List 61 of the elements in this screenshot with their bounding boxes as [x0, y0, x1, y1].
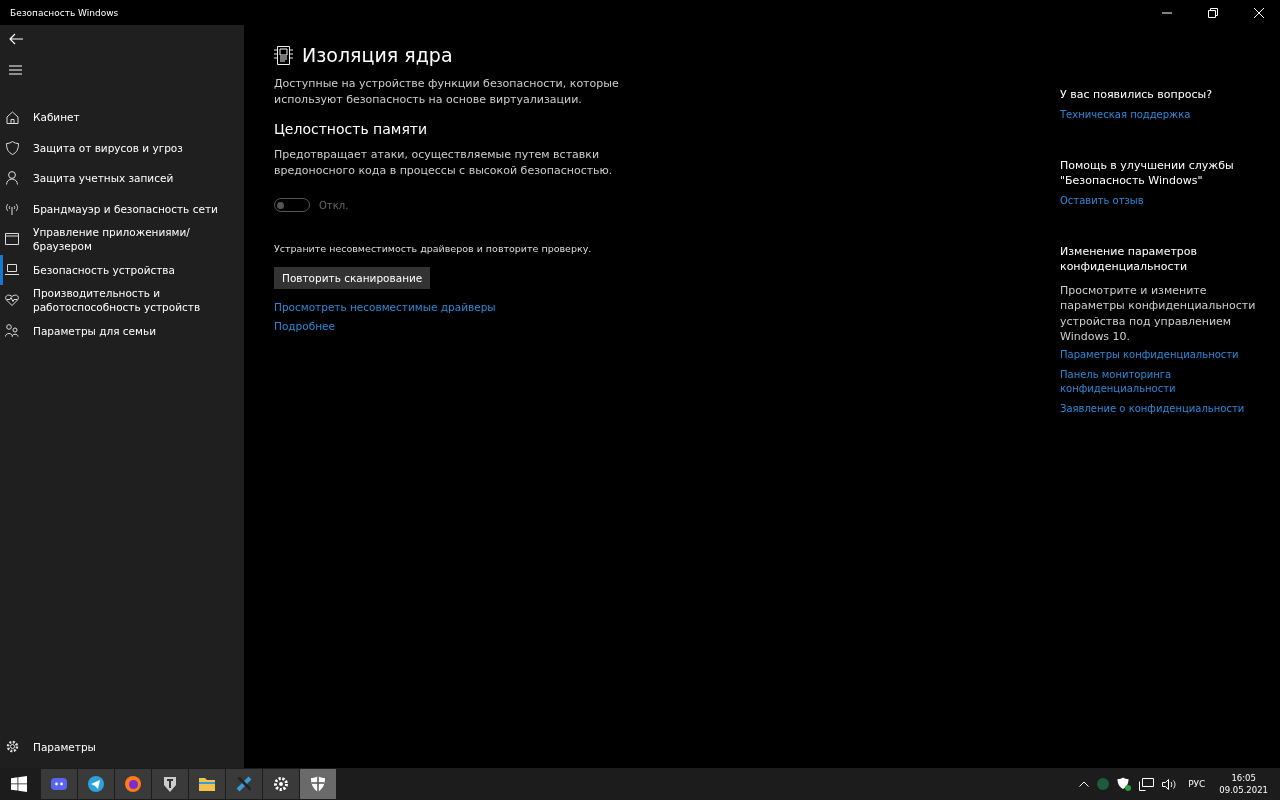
shield-check-icon[interactable]	[1117, 777, 1132, 791]
taskbar-app[interactable]	[300, 769, 336, 799]
folder-icon	[198, 775, 216, 793]
browser-icon	[124, 775, 142, 793]
language-indicator[interactable]: РУС	[1188, 779, 1206, 789]
restore-icon[interactable]	[1208, 7, 1218, 18]
sidebar-item[interactable]: Защита от вирусов и угроз	[0, 132, 244, 163]
laptop-icon	[5, 264, 19, 276]
sidebar-item[interactable]: Управление приложениями/браузером	[0, 224, 244, 255]
link[interactable]: Параметры конфиденциальности	[1060, 347, 1239, 362]
section-title: Целостность памяти	[274, 121, 429, 137]
clock-date[interactable]: 09.05.2021	[1219, 784, 1268, 796]
antenna-icon	[5, 202, 19, 215]
speaker-icon[interactable]	[1162, 777, 1179, 791]
page-description: Доступные на устройстве функции безопасности, которые используют безопасность на основе виртуализации.	[274, 76, 620, 107]
sidebar-item[interactable]: Производительность и работоспособность устройств	[0, 285, 244, 316]
home-icon	[5, 110, 19, 124]
page-title: Изоляция ядра	[302, 44, 453, 66]
sidebar-item[interactable]: Кабинет	[0, 102, 244, 133]
taskbar-app[interactable]	[263, 769, 299, 799]
rescan-button[interactable]: Повторить сканирование	[274, 267, 431, 289]
heart-icon	[5, 294, 19, 307]
link[interactable]: Подробнее	[274, 320, 335, 332]
back-arrow-icon[interactable]	[9, 33, 23, 45]
aside-heading: Изменение параметров конфиденциальности	[1060, 243, 1199, 275]
browser-window-icon	[5, 233, 19, 246]
person-icon	[6, 171, 18, 186]
menu-icon[interactable]	[9, 65, 22, 75]
settings-icon	[272, 775, 290, 793]
link[interactable]: Заявление о конфиденциальности	[1060, 401, 1245, 416]
link[interactable]: Оставить отзыв	[1060, 193, 1144, 208]
taskbar-app[interactable]	[226, 769, 262, 799]
aside-heading: Помощь в улучшении службы "Безопасность Windows"	[1060, 157, 1235, 189]
family-icon	[5, 324, 19, 338]
windows-logo-icon[interactable]	[11, 776, 27, 792]
taskbar-app[interactable]	[189, 769, 225, 799]
chevron-up-icon[interactable]	[1079, 781, 1090, 787]
shield-icon	[309, 775, 327, 793]
settings-item[interactable]: Параметры	[0, 731, 244, 762]
section-description: Предотвращает атаки, осуществляемые путем вставки вредоносного кода в процессы с высокой безопасностью.	[274, 147, 614, 178]
toggle-label: Откл.	[319, 199, 349, 211]
aside-text: Просмотрите и измените параметры конфиденциальности устройства под управлением Windows 10.	[1060, 282, 1257, 345]
clock-time[interactable]: 16:05	[1231, 772, 1256, 784]
sidebar-item[interactable]: Защита учетных записей	[0, 163, 244, 194]
sidebar-item[interactable]: Параметры для семьи	[0, 315, 244, 346]
warning-text: Устраните несовместимость драйверов и повторите проверку.	[274, 243, 593, 254]
sidebar-item[interactable]: Брандмауэр и безопасность сети	[0, 193, 244, 224]
settings-icon	[5, 740, 19, 754]
link[interactable]: Просмотреть несовместимые драйверы	[274, 301, 496, 313]
taskbar-app[interactable]	[78, 769, 114, 799]
aside-heading: У вас появились вопросы?	[1060, 87, 1213, 103]
shield-icon	[5, 140, 19, 155]
network-icon[interactable]	[1139, 777, 1155, 791]
paper-plane-icon	[87, 775, 105, 793]
link[interactable]: Панель мониторинга конфиденциальности	[1060, 367, 1260, 396]
window-title: Безопасность Windows	[10, 7, 119, 18]
chat-app-icon	[50, 775, 68, 793]
taskbar-app[interactable]	[152, 769, 188, 799]
chip-icon	[274, 45, 293, 65]
close-icon[interactable]	[1254, 7, 1264, 18]
link[interactable]: Техническая поддержка	[1060, 107, 1191, 122]
